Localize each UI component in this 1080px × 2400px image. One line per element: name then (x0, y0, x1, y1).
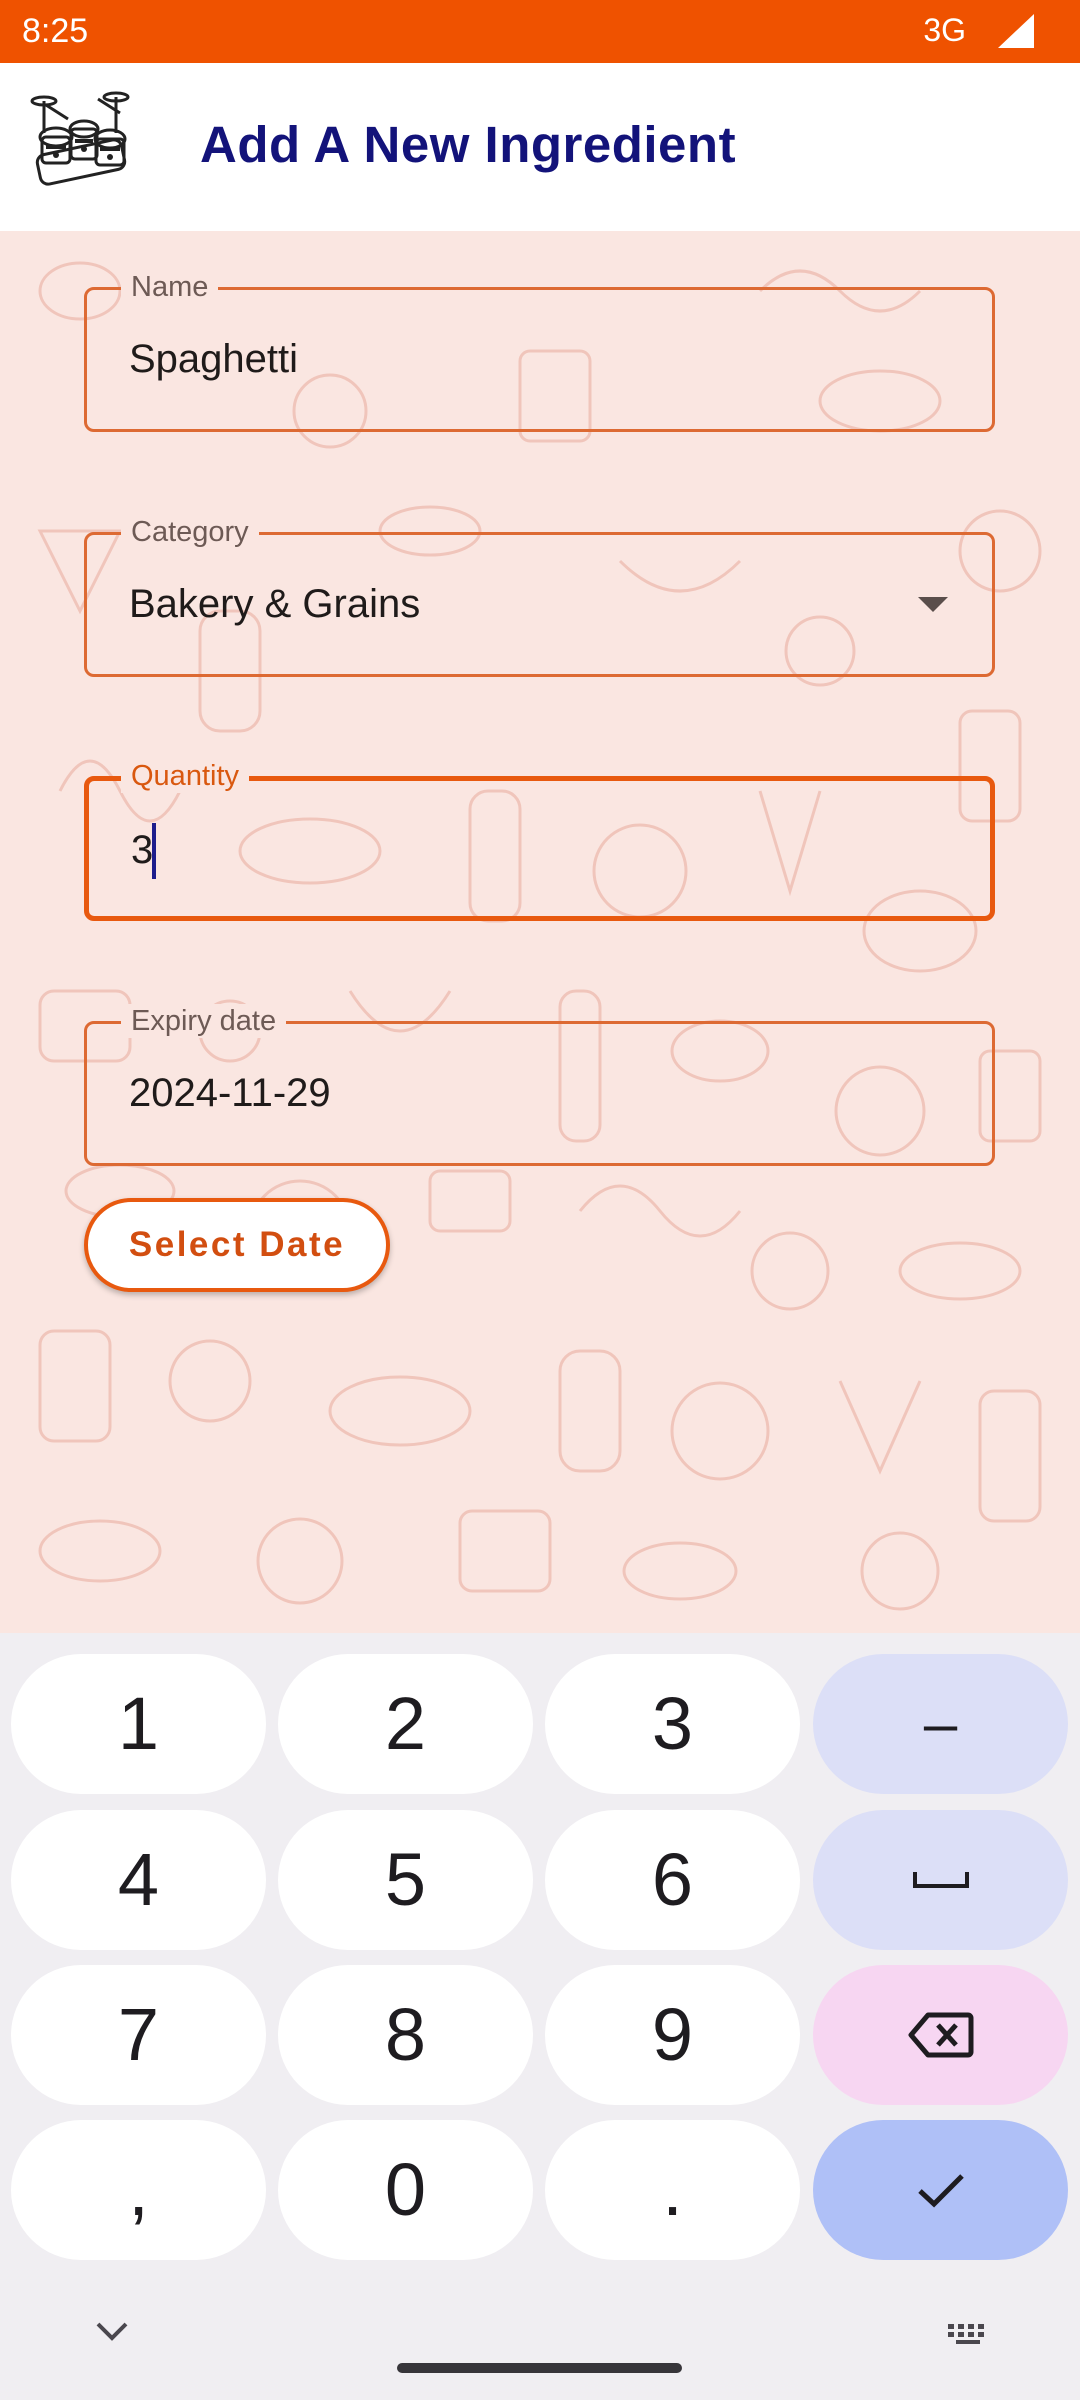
drum-kit-logo (30, 91, 130, 186)
name-label: Name (121, 270, 219, 304)
food-doodle-background (37, 261, 1042, 1611)
chevron-down-icon[interactable] (94, 2320, 130, 2344)
network-type: 3G (923, 12, 966, 48)
category-dropdown[interactable]: Category Bakery & Grains (84, 515, 995, 677)
expiry-value: 2024-11-29 (129, 1071, 331, 1115)
keyboard-icon[interactable] (946, 2322, 990, 2346)
key-9[interactable]: 9 (545, 1965, 800, 2105)
page-title: Add A New Ingredient (200, 116, 737, 173)
done-key[interactable] (813, 2120, 1068, 2260)
key-7[interactable]: 7 (11, 1965, 266, 2105)
key-5[interactable]: 5 (278, 1810, 533, 1950)
key-2[interactable]: 2 (278, 1654, 533, 1794)
status-time: 8:25 (22, 12, 89, 50)
backspace-key[interactable] (813, 1965, 1068, 2105)
text-cursor (152, 823, 156, 879)
expiry-label: Expiry date (121, 1004, 287, 1038)
key-1[interactable]: 1 (11, 1654, 266, 1794)
quantity-label: Quantity (121, 759, 249, 793)
checkmark-icon (917, 2174, 964, 2208)
app-bar: Add A New Ingredient (0, 63, 1080, 231)
quantity-value: 3 (131, 828, 154, 872)
status-bar: 8:25 3G (0, 0, 1080, 63)
home-indicator[interactable] (397, 2363, 682, 2373)
key-6[interactable]: 6 (545, 1810, 800, 1950)
quantity-field[interactable]: Quantity 3 (84, 759, 995, 921)
name-value: Spaghetti (129, 337, 299, 381)
backspace-icon (908, 2012, 973, 2058)
key-minus[interactable]: – (813, 1654, 1068, 1794)
expiry-date-field[interactable]: Expiry date 2024-11-29 (84, 1004, 995, 1166)
key-comma[interactable]: , (11, 2120, 266, 2260)
category-label: Category (121, 515, 259, 549)
key-0[interactable]: 0 (278, 2120, 533, 2260)
category-value: Bakery & Grains (129, 582, 421, 626)
key-3[interactable]: 3 (545, 1654, 800, 1794)
space-key[interactable] (813, 1810, 1068, 1950)
key-8[interactable]: 8 (278, 1965, 533, 2105)
select-date-button[interactable]: Select Date (84, 1198, 390, 1292)
name-field[interactable]: Name Spaghetti (84, 270, 995, 432)
key-4[interactable]: 4 (11, 1810, 266, 1950)
space-icon (912, 1872, 969, 1888)
cell-signal-icon (998, 14, 1034, 48)
form-area: Name Spaghetti Category Bakery & Grains … (0, 231, 1080, 1633)
dropdown-arrow-icon (918, 597, 948, 612)
key-period[interactable]: . (545, 2120, 800, 2260)
